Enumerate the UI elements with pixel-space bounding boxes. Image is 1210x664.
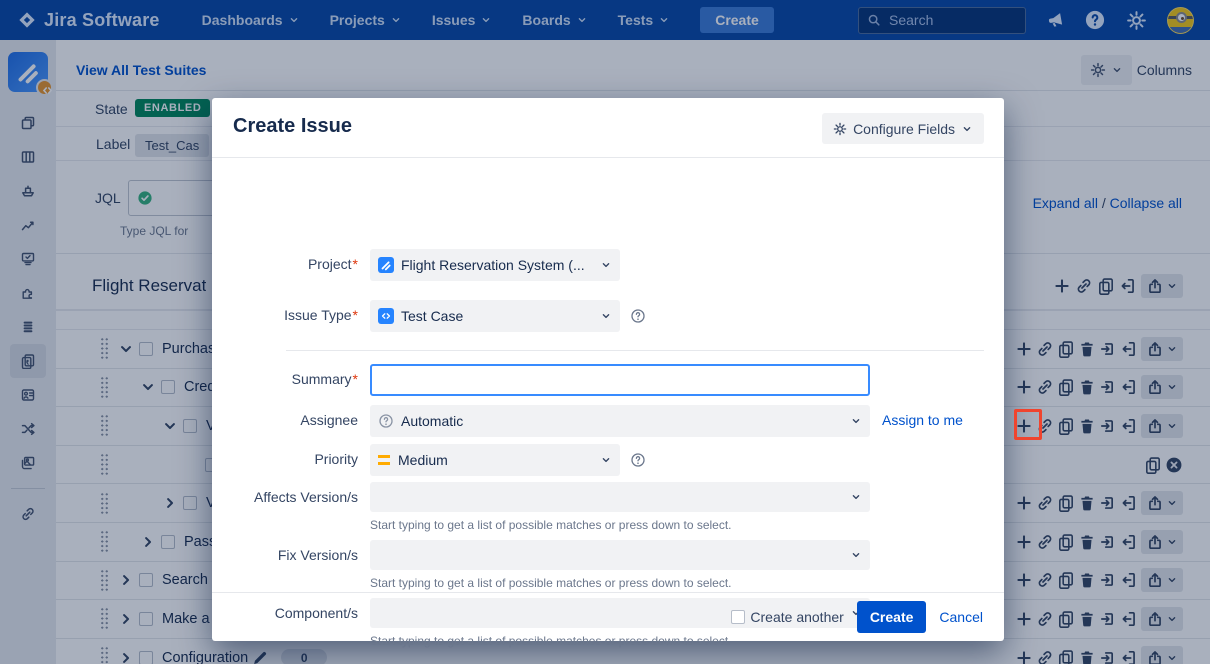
priority-help-icon[interactable] [630,452,646,468]
priority-label: Priority [212,451,358,467]
chevron-down-icon [600,259,612,271]
chevron-down-icon [961,123,973,135]
chevron-down-icon [850,549,862,561]
chevron-down-icon [850,491,862,503]
project-select[interactable]: Flight Reservation System (... [370,249,620,281]
issue-type-select[interactable]: Test Case [370,300,620,332]
priority-medium-icon [378,455,390,465]
create-issue-dialog: Create Issue Configure Fields Project* F… [212,98,1004,641]
assignee-select[interactable]: Automatic [370,405,870,437]
issue-type-label: Issue Type* [212,307,358,323]
configure-fields-button[interactable]: Configure Fields [822,113,984,144]
assign-to-me-link[interactable]: Assign to me [882,412,963,428]
highlight-annotation-box [1014,409,1042,440]
affects-version-helper: Start typing to get a list of possible m… [370,518,732,532]
gear-icon [833,122,847,136]
dialog-footer: Create another Create Cancel [212,592,1004,641]
chevron-down-icon [600,310,612,322]
chevron-down-icon [850,415,862,427]
project-icon [378,257,394,273]
cancel-link[interactable]: Cancel [939,609,983,625]
checkbox[interactable] [731,610,745,624]
issue-type-help-icon[interactable] [630,308,646,324]
assignee-label: Assignee [212,412,358,428]
test-case-type-icon [378,308,394,324]
dialog-title: Create Issue [233,115,352,138]
fix-version-label: Fix Version/s [212,547,358,563]
automatic-avatar-icon [378,413,394,429]
divider [286,350,984,351]
affects-version-label: Affects Version/s [212,489,358,505]
priority-select[interactable]: Medium [370,444,620,476]
fix-version-helper: Start typing to get a list of possible m… [370,576,732,590]
create-submit-button[interactable]: Create [857,601,927,633]
create-another-checkbox[interactable]: Create another [731,609,843,625]
chevron-down-icon [600,454,612,466]
dialog-header: Create Issue Configure Fields [212,98,1004,158]
fix-version-select[interactable] [370,540,870,570]
project-label: Project* [212,256,358,272]
summary-label: Summary* [212,371,358,387]
summary-input[interactable] [370,364,870,396]
affects-version-select[interactable] [370,482,870,512]
